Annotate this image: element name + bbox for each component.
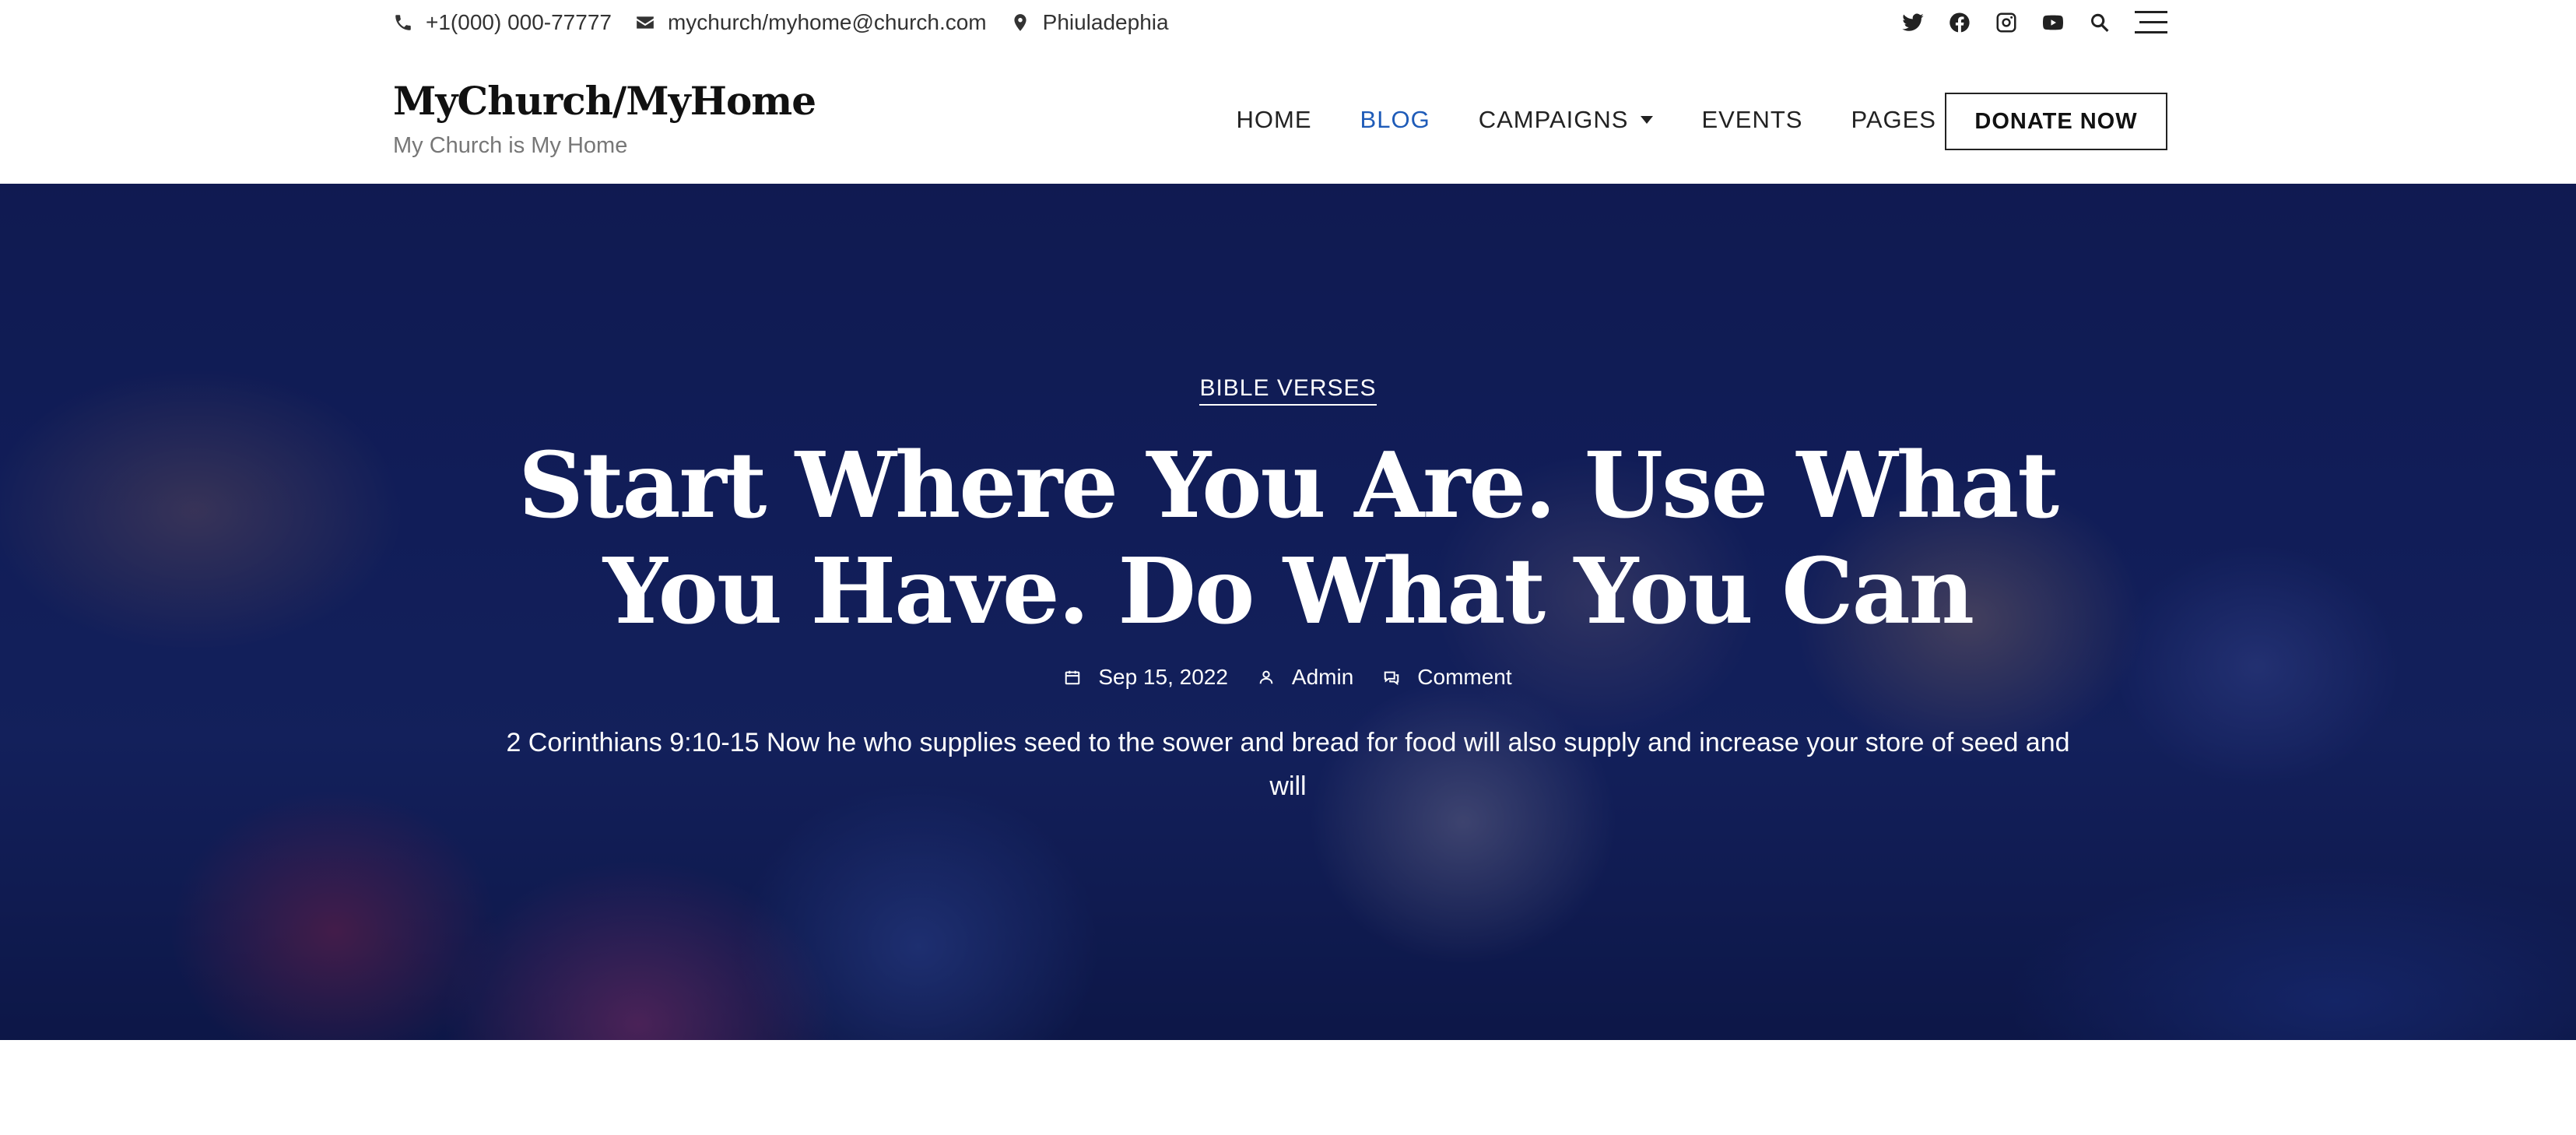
nav-label: HOME xyxy=(1236,106,1312,133)
search-icon xyxy=(2090,13,2109,32)
email-address: mychurch/myhome@church.com xyxy=(667,10,987,34)
nav-item-home[interactable]: HOME xyxy=(1237,106,1312,134)
instagram-link[interactable] xyxy=(1995,11,2018,34)
comments-text: Comment xyxy=(1417,665,1512,689)
donate-button[interactable]: DONATE NOW xyxy=(1945,93,2167,150)
search-button[interactable] xyxy=(2088,11,2111,34)
category-label: BIBLE VERSES xyxy=(0,375,2576,406)
nav-item-events[interactable]: EVENTS xyxy=(1701,106,1802,134)
author-text: Admin xyxy=(1291,665,1354,689)
nav-label: EVENTS xyxy=(1701,106,1803,133)
envelope-icon xyxy=(637,16,654,29)
post-title: Start Where You Are. Use What You Have. … xyxy=(518,433,2059,645)
nav-item-blog[interactable]: BLOG xyxy=(1360,106,1430,134)
nav-label: PAGES xyxy=(1851,106,1936,133)
post-excerpt: 2 Corinthians 9:10-15 Now he who supplie… xyxy=(506,728,2070,801)
nav-item-campaigns[interactable]: CAMPAIGNS xyxy=(1479,106,1654,134)
category-link[interactable]: BIBLE VERSES xyxy=(1199,375,1377,406)
post-date[interactable]: Sep 15, 2022 xyxy=(1064,665,1228,690)
map-marker-icon xyxy=(1014,14,1027,31)
facebook-icon xyxy=(1950,12,1970,33)
site-tagline: My Church is My Home xyxy=(393,133,628,158)
comments-icon xyxy=(1385,671,1399,686)
site-header: MyChurch/MyHome My Church is My Home HOM… xyxy=(0,45,2576,184)
nav-label: CAMPAIGNS xyxy=(1478,106,1629,133)
phone-icon xyxy=(395,15,411,30)
phone-number: +1(000) 000-77777 xyxy=(426,10,612,34)
hero-banner: BIBLE VERSES Start Where You Are. Use Wh… xyxy=(0,184,2576,1040)
post-author[interactable]: Admin xyxy=(1258,665,1353,690)
phone-contact[interactable]: +1(000) 000-77777 xyxy=(393,10,612,35)
youtube-link[interactable] xyxy=(2041,11,2065,34)
site-title[interactable]: MyChurch/MyHome xyxy=(393,78,816,124)
date-text: Sep 15, 2022 xyxy=(1098,665,1228,689)
location-contact: Phiuladephia xyxy=(1010,10,1169,35)
menu-button[interactable] xyxy=(2135,9,2167,36)
facebook-link[interactable] xyxy=(1948,11,1971,34)
youtube-icon xyxy=(2043,15,2063,30)
instagram-icon xyxy=(1996,12,2016,33)
main-nav: HOME BLOG CAMPAIGNS EVENTS PAGES xyxy=(1237,106,1961,134)
nav-label: BLOG xyxy=(1360,106,1430,133)
caret-down-icon xyxy=(1641,116,1654,124)
post-meta: Sep 15, 2022 Admin Comment xyxy=(0,665,2576,690)
top-bar: +1(000) 000-77777 mychurch/myhome@church… xyxy=(0,0,2576,45)
hero-content: BIBLE VERSES Start Where You Are. Use Wh… xyxy=(0,184,2576,1040)
brand[interactable]: MyChurch/MyHome My Church is My Home xyxy=(393,78,816,159)
contact-info: +1(000) 000-77777 mychurch/myhome@church… xyxy=(393,9,1192,36)
location-text: Phiuladephia xyxy=(1042,10,1169,34)
twitter-icon xyxy=(1902,13,1924,31)
menu-icon xyxy=(2135,11,2167,33)
social-links xyxy=(1901,8,2167,37)
email-contact[interactable]: mychurch/myhome@church.com xyxy=(635,10,987,35)
calendar-icon xyxy=(1065,670,1080,685)
post-comments[interactable]: Comment xyxy=(1383,665,1512,690)
twitter-link[interactable] xyxy=(1901,11,1925,34)
user-icon xyxy=(1259,670,1273,684)
